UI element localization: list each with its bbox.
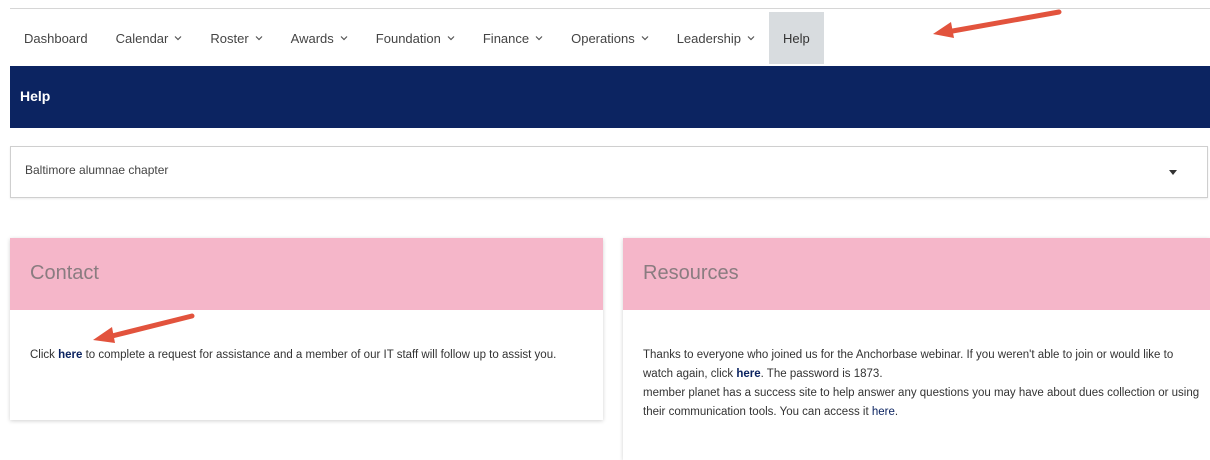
- chevron-down-icon: [340, 36, 348, 41]
- chapter-select[interactable]: Baltimore alumnae chapter: [10, 146, 1208, 198]
- contact-card-header: Contact: [10, 238, 603, 310]
- nav-dashboard-label: Dashboard: [24, 30, 88, 46]
- nav-roster[interactable]: Roster: [196, 12, 276, 64]
- caret-down-icon: [1169, 170, 1177, 175]
- nav-roster-label: Roster: [210, 30, 249, 46]
- success-site-here-link[interactable]: here: [872, 406, 895, 418]
- chevron-down-icon: [535, 36, 543, 41]
- nav-calendar-label: Calendar: [115, 30, 169, 46]
- chevron-down-icon: [641, 36, 649, 41]
- webinar-here-link[interactable]: here: [736, 368, 760, 380]
- chevron-down-icon: [747, 36, 755, 41]
- resources-body: Thanks to everyone who joined us for the…: [643, 346, 1203, 422]
- contact-text-before: Click: [30, 349, 59, 361]
- resources-p1-before: Thanks to everyone who joined us for the…: [643, 349, 1174, 380]
- resources-p2-before: member planet has a success site to help…: [643, 387, 1200, 418]
- nav-dashboard[interactable]: Dashboard: [10, 12, 102, 64]
- nav-finance[interactable]: Finance: [469, 12, 557, 64]
- nav-calendar[interactable]: Calendar: [102, 12, 197, 64]
- nav-finance-label: Finance: [482, 30, 530, 46]
- contact-text-after: to complete a request for assistance and…: [82, 349, 557, 361]
- nav-operations[interactable]: Operations: [557, 12, 663, 64]
- contact-title: Contact: [30, 262, 99, 284]
- chevron-down-icon: [174, 36, 182, 41]
- resources-title: Resources: [643, 262, 739, 284]
- nav-awards-label: Awards: [290, 30, 334, 46]
- nav-leadership-label: Leadership: [676, 30, 742, 46]
- nav-operations-label: Operations: [571, 30, 635, 46]
- nav-help[interactable]: Help: [769, 12, 824, 64]
- nav-foundation-label: Foundation: [375, 30, 441, 46]
- page-title: Help: [20, 88, 51, 104]
- nav-leadership[interactable]: Leadership: [663, 12, 769, 64]
- red-arrow-annotation: [933, 9, 1062, 38]
- contact-body: Click here to complete a request for ass…: [30, 346, 590, 365]
- chevron-down-icon: [255, 36, 263, 41]
- nav-foundation[interactable]: Foundation: [362, 12, 469, 64]
- chapter-select-value: Baltimore alumnae chapter: [25, 163, 169, 177]
- resources-p1-after: . The password is 1873.: [760, 368, 883, 380]
- resources-card-header: Resources: [623, 238, 1210, 310]
- nav-help-label: Help: [783, 30, 810, 46]
- resources-card: Resources Thanks to everyone who joined …: [623, 238, 1210, 460]
- top-divider: [10, 8, 1210, 9]
- chevron-down-icon: [447, 36, 455, 41]
- contact-here-link[interactable]: here: [58, 349, 82, 361]
- nav-awards[interactable]: Awards: [277, 12, 362, 64]
- help-header-bar: Help: [10, 66, 1210, 128]
- resources-p2-after: .: [894, 406, 899, 418]
- contact-card: Contact Click here to complete a request…: [10, 238, 603, 420]
- main-nav: Dashboard Calendar Roster Awards Foundat…: [10, 12, 824, 64]
